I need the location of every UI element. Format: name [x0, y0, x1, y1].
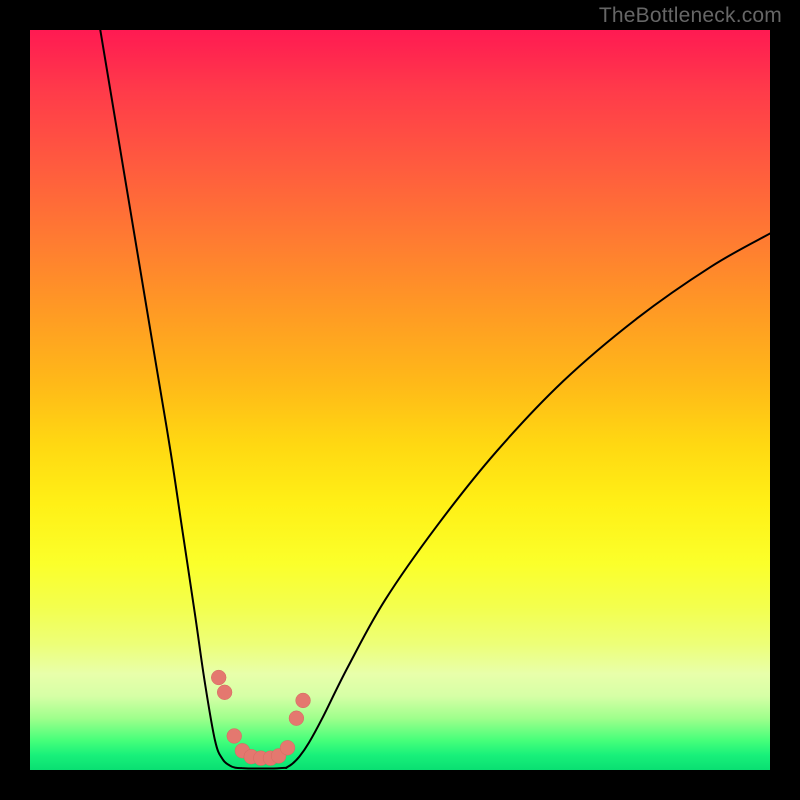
- curve-markers: [211, 670, 310, 765]
- marker-dot: [280, 740, 295, 755]
- marker-dot: [296, 693, 311, 708]
- marker-dot: [211, 670, 226, 685]
- bottleneck-curve: [100, 30, 770, 769]
- marker-dot: [217, 685, 232, 700]
- chart-frame: TheBottleneck.com: [0, 0, 800, 800]
- plot-area: [30, 30, 770, 770]
- marker-dot: [227, 729, 242, 744]
- marker-dot: [289, 711, 304, 726]
- curve-svg: [30, 30, 770, 770]
- watermark-text: TheBottleneck.com: [599, 4, 782, 28]
